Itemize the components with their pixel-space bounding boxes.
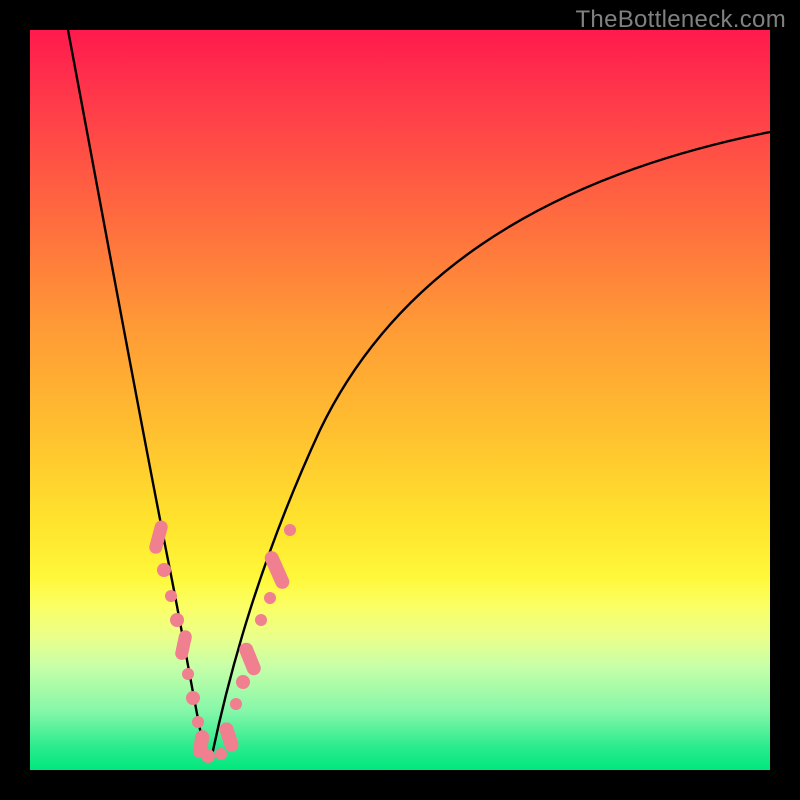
bead-markers xyxy=(148,519,296,763)
chart-frame: TheBottleneck.com xyxy=(0,0,800,800)
curve-right-branch xyxy=(212,132,770,755)
curve-layer xyxy=(30,30,770,770)
plot-area xyxy=(30,30,770,770)
